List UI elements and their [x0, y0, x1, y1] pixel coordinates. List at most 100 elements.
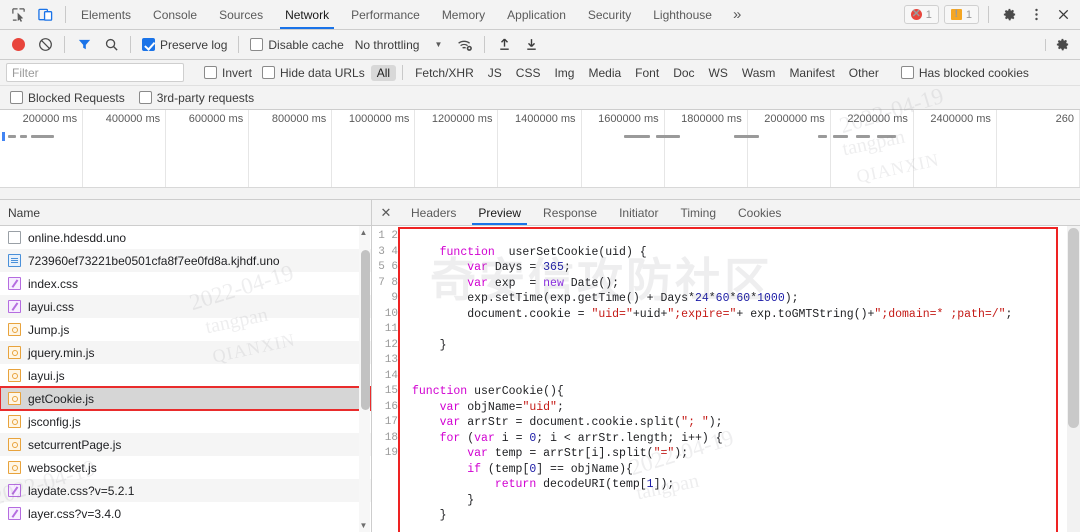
table-row[interactable]: jquery.min.js	[0, 341, 371, 364]
code-content-area[interactable]: function userSetCookie(uid) { var Days =…	[398, 226, 1080, 532]
filter-type-label: WS	[708, 65, 728, 80]
code-line: }	[412, 509, 447, 522]
preview-scroll-thumb[interactable]	[1068, 228, 1079, 428]
table-row[interactable]: layer.css?v=3.4.0	[0, 502, 371, 525]
export-har-icon[interactable]	[519, 33, 543, 57]
table-row[interactable]: index.css	[0, 272, 371, 295]
hide-data-urls-checkbox[interactable]: Hide data URLs	[258, 66, 369, 80]
throttling-value: No throttling	[354, 37, 420, 52]
tab-headers[interactable]: Headers	[400, 200, 467, 225]
filter-type-label: Media	[588, 65, 622, 80]
detail-tab-bar: ✕ Headers Preview Response Initiator Tim…	[372, 200, 1080, 226]
filter-type-font[interactable]: Font	[629, 65, 665, 81]
kebab-menu-icon[interactable]	[1025, 4, 1047, 26]
warning-count-badge[interactable]: ! 1	[943, 5, 979, 24]
table-row[interactable]: online.hdesdd.uno	[0, 226, 371, 249]
filter-type-wasm[interactable]: Wasm	[736, 65, 782, 81]
overview-tick-label: 800000 ms	[271, 113, 327, 125]
filter-type-img[interactable]: Img	[548, 65, 580, 81]
network-conditions-icon[interactable]	[453, 33, 477, 57]
overview-tick-label: 2200000 ms	[847, 113, 908, 125]
table-row[interactable]: setcurrentPage.js	[0, 433, 371, 456]
tab-response[interactable]: Response	[532, 200, 608, 225]
tab-application[interactable]: Application	[496, 0, 577, 29]
table-row[interactable]: laydate.css?v=5.2.1	[0, 479, 371, 502]
preserve-log-checkbox[interactable]: Preserve log	[138, 38, 231, 52]
tab-security[interactable]: Security	[577, 0, 642, 29]
filter-type-css[interactable]: CSS	[510, 65, 547, 81]
tab-label: Lighthouse	[653, 7, 712, 22]
detail-tab-label: Initiator	[619, 205, 659, 220]
table-row[interactable]: layui.css	[0, 295, 371, 318]
inspect-element-icon[interactable]	[8, 5, 28, 25]
third-party-requests-checkbox[interactable]: 3rd-party requests	[135, 91, 258, 105]
more-tabs-chevron-icon[interactable]: »	[723, 0, 751, 29]
request-name: getCookie.js	[28, 391, 95, 406]
table-row[interactable]: layui.js	[0, 364, 371, 387]
network-overview-timeline[interactable]: 200000 ms 400000 ms 600000 ms 800000 ms …	[0, 110, 1080, 200]
filter-type-ws[interactable]: WS	[703, 65, 734, 81]
filter-type-manifest[interactable]: Manifest	[783, 65, 840, 81]
request-list-header: Name	[0, 200, 371, 226]
filter-type-media[interactable]: Media	[582, 65, 627, 81]
tab-network[interactable]: Network	[274, 0, 340, 29]
tab-memory[interactable]: Memory	[431, 0, 496, 29]
close-detail-icon[interactable]: ✕	[372, 200, 400, 225]
error-count-badge[interactable]: ✕ 1	[903, 5, 939, 24]
scroll-down-icon[interactable]: ▼	[359, 521, 368, 530]
clear-button[interactable]	[33, 33, 57, 57]
preview-scrollbar[interactable]	[1067, 226, 1080, 532]
device-toolbar-icon[interactable]	[35, 5, 55, 25]
tab-timing[interactable]: Timing	[669, 200, 727, 225]
tab-bar-divider	[65, 6, 66, 23]
code-block: function userSetCookie(uid) { var Days =…	[398, 229, 1080, 524]
tab-lighthouse[interactable]: Lighthouse	[642, 0, 723, 29]
devtools-window: Elements Console Sources Network Perform…	[0, 0, 1080, 532]
gear-icon[interactable]	[998, 4, 1020, 26]
filter-funnel-icon[interactable]	[72, 33, 96, 57]
filter-type-js[interactable]: JS	[482, 65, 508, 81]
overview-tick-label: 1400000 ms	[515, 113, 576, 125]
filter-type-other[interactable]: Other	[843, 65, 885, 81]
tab-console[interactable]: Console	[142, 0, 208, 29]
code-line: var arrStr = document.cookie.split("; ")…	[439, 416, 723, 429]
tab-label: Network	[285, 7, 330, 22]
close-icon[interactable]	[1052, 4, 1074, 26]
tab-initiator[interactable]: Initiator	[608, 200, 669, 225]
overview-scrubber[interactable]	[0, 187, 1080, 199]
table-row-selected-getcookie[interactable]: getCookie.js	[0, 386, 371, 411]
filter-type-fetch-xhr[interactable]: Fetch/XHR	[409, 65, 480, 81]
tab-sources[interactable]: Sources	[208, 0, 274, 29]
search-icon[interactable]	[99, 33, 123, 57]
table-row[interactable]: Jump.js	[0, 318, 371, 341]
filter-input[interactable]	[6, 63, 184, 82]
request-name: setcurrentPage.js	[28, 437, 122, 452]
disable-cache-checkbox[interactable]: Disable cache	[246, 38, 347, 52]
overview-bar	[734, 135, 759, 138]
table-row[interactable]: jsconfig.js	[0, 410, 371, 433]
record-button[interactable]	[6, 33, 30, 57]
blocked-requests-checkbox[interactable]: Blocked Requests	[6, 91, 129, 105]
tab-cookies[interactable]: Cookies	[727, 200, 792, 225]
network-settings-gear-icon[interactable]	[1050, 33, 1074, 57]
request-name: jsconfig.js	[28, 414, 81, 429]
import-har-icon[interactable]	[492, 33, 516, 57]
tab-elements[interactable]: Elements	[70, 0, 142, 29]
invert-checkbox[interactable]: Invert	[200, 66, 256, 80]
table-row[interactable]: 723960ef73221be0501cfa8f7ee0fd8a.kjhdf.u…	[0, 249, 371, 272]
tab-preview[interactable]: Preview	[467, 200, 532, 225]
column-header-name: Name	[8, 205, 41, 220]
filter-type-doc[interactable]: Doc	[667, 65, 700, 81]
filter-type-all[interactable]: All	[370, 64, 397, 81]
blocked-requests-checkbox-box	[10, 91, 23, 104]
tab-performance[interactable]: Performance	[340, 0, 431, 29]
scroll-up-icon[interactable]: ▲	[359, 228, 368, 237]
has-blocked-cookies-checkbox[interactable]: Has blocked cookies	[897, 66, 1033, 80]
table-row[interactable]: websocket.js	[0, 456, 371, 479]
js-file-icon	[8, 392, 21, 405]
request-list-scroll-thumb[interactable]	[361, 250, 370, 410]
chevron-down-icon[interactable]: ▼	[426, 33, 450, 57]
filter-type-label: Font	[635, 65, 660, 80]
tab-bar-icon-group	[0, 0, 61, 29]
throttling-dropdown[interactable]: No throttling	[351, 38, 424, 52]
